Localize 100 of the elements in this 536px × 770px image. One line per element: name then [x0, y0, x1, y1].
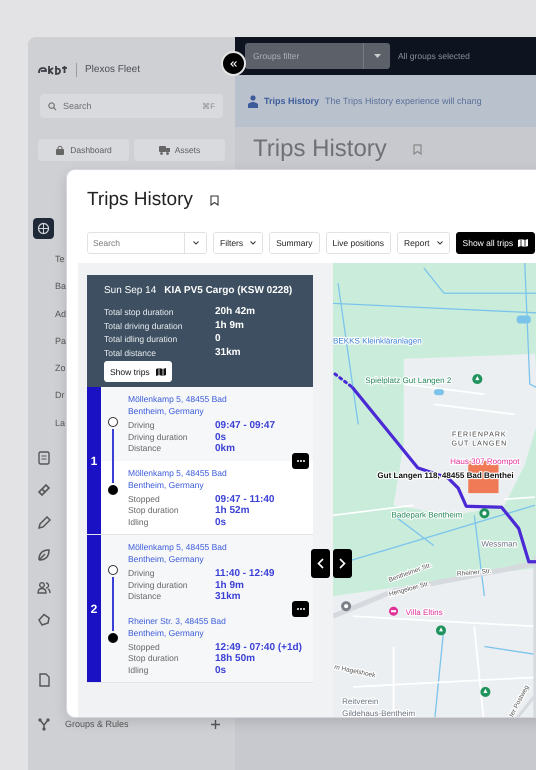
map-label: Spielplatz Gut Langen 2: [365, 376, 452, 386]
more-button[interactable]: [292, 600, 309, 616]
trip-label: Driving: [128, 568, 156, 580]
start-dot-icon: [108, 565, 118, 575]
address-link[interactable]: Rheiner Str. 3, 48455 Bad Bentheim, Germany: [128, 614, 263, 638]
map-label: Reitverein: [342, 697, 378, 706]
logo-icon: [38, 64, 68, 74]
vehicle-name: KIA PV5 Cargo (KSW 0228): [164, 285, 292, 296]
trip-label: Stop duration: [128, 505, 180, 516]
address-link[interactable]: Möllenkamp 5, 48455 Bad Bentheim, Germany: [128, 393, 263, 417]
quick-button[interactable]: Assets: [134, 139, 225, 161]
dropdown-button[interactable]: Report: [397, 232, 450, 254]
nav-item[interactable]: Ba: [55, 280, 66, 292]
double-chevron-icon: [230, 60, 237, 66]
truck-icon: [158, 145, 170, 155]
leaf-icon[interactable]: [37, 548, 51, 562]
next-button[interactable]: [333, 549, 352, 578]
toolbar-button[interactable]: Live positions: [326, 232, 392, 254]
summary-value: 20h 42m: [215, 306, 256, 318]
trip-label: Distance: [128, 443, 162, 454]
map-label: Gildehaus-Bentheim: [342, 709, 416, 717]
chevron-down-icon: [436, 241, 443, 245]
trip-value: 09:47 - 11:40: [215, 494, 276, 505]
summary-label: Total idling duration: [104, 333, 178, 346]
chevron-left-icon: [317, 558, 324, 569]
chevron-right-icon: [339, 558, 346, 569]
banner-title: Trips History: [264, 96, 320, 106]
trip-label: Stop duration: [128, 653, 180, 664]
map-label: Badepark Bentheim: [392, 510, 462, 520]
person-icon: [248, 94, 258, 108]
address-link[interactable]: Möllenkamp 5, 48455 Bad Bentheim, Germany: [128, 466, 263, 490]
branch-icon[interactable]: [37, 717, 51, 732]
search-placeholder: Search: [63, 101, 93, 111]
trip-label: Driving duration: [128, 432, 189, 443]
document-icon[interactable]: [37, 450, 51, 465]
trip-item[interactable]: [87, 535, 313, 683]
nav-item[interactable]: La: [55, 416, 66, 429]
card-title: Trips History: [87, 189, 193, 211]
show-all-trips-button[interactable]: Show all trips: [456, 232, 536, 254]
trip-value: 0km: [215, 443, 236, 454]
globe-icon[interactable]: [33, 218, 54, 239]
summary-label: Total distance: [104, 346, 157, 359]
previous-button[interactable]: [311, 549, 330, 578]
trip-label: Distance: [128, 591, 162, 602]
trip-value: 1h 9m: [215, 580, 245, 591]
nav-item[interactable]: Zo: [55, 362, 66, 374]
more-button[interactable]: [292, 452, 309, 468]
toolbar-button[interactable]: Summary: [269, 232, 320, 254]
trip-label: Driving duration: [128, 580, 189, 591]
file-icon[interactable]: [37, 673, 51, 688]
trip-value: 11:40 - 12:49: [215, 568, 276, 580]
plus-icon[interactable]: [211, 720, 220, 729]
search-icon: [48, 102, 57, 110]
show-trips-button[interactable]: Show trips: [104, 361, 172, 382]
summary-value: 0: [215, 333, 222, 346]
trip-value: 0s: [215, 516, 228, 528]
map-label: BEKKS Kleinkläranlagen: [333, 336, 422, 346]
trip-number: 2: [87, 535, 101, 682]
place-pin-icon: [341, 601, 352, 612]
bookmark-icon[interactable]: [210, 194, 219, 206]
trip-value: 18h 50m: [215, 653, 256, 664]
chevron-down-icon: [250, 241, 256, 245]
map-icon: [518, 239, 528, 247]
people-icon[interactable]: [37, 580, 51, 595]
map[interactable]: [333, 263, 536, 717]
trip-value: 0s: [215, 664, 228, 676]
map-label: Villa Eltins: [406, 608, 443, 618]
nav-item[interactable]: Groups & Rules: [65, 719, 129, 730]
banner-text: The Trips History experience will chang: [325, 96, 482, 106]
map-label: Wessman: [481, 540, 518, 549]
summary-label: Total driving duration: [104, 320, 184, 332]
trip-label: Stopped: [128, 642, 161, 653]
trip-label: Idling: [128, 516, 150, 528]
brand-name: Plexos Fleet: [85, 64, 140, 75]
trip-number: 1: [87, 387, 101, 534]
pen-icon[interactable]: [37, 516, 51, 530]
page-title: Trips History: [253, 135, 387, 163]
nav-item[interactable]: Ad: [55, 308, 66, 320]
trip-value: 09:47 - 09:47: [215, 420, 276, 432]
nav-item[interactable]: Pa: [55, 334, 66, 347]
trip-value: 12:49 - 07:40 (+1d): [215, 642, 303, 653]
trip-item[interactable]: 1 Möllenkamp 5, 48455 Bad Bentheim, Germany Driving 09:47 - 09:47 Driving duration 0s Distance 0km Möllenkamp 5, 48455 Bad Bentheim, Germany Stopped 09:47 - 11:40 Stop duration 1h 52m Idling 0s: [87, 387, 313, 535]
search-field[interactable]: Search ⌘F: [40, 94, 223, 118]
search-field[interactable]: Search: [87, 232, 207, 254]
nav-item[interactable]: Te: [55, 253, 65, 265]
summary-value: 1h 9m: [215, 320, 245, 332]
nav-item[interactable]: Dr: [55, 389, 64, 402]
summary-value: 31km: [215, 346, 242, 359]
address-link[interactable]: Möllenkamp 5, 48455 Bad Bentheim, Germany: [128, 541, 263, 565]
summary-label: Total stop duration: [104, 306, 174, 318]
trip-value: 0s: [215, 432, 228, 443]
dropdown-button[interactable]: Filters: [213, 232, 264, 254]
start-dot-icon: [108, 417, 118, 427]
groups-filter-dropdown[interactable]: Groups filter: [245, 43, 390, 69]
lock-icon: [55, 145, 66, 155]
chevron-down-icon: [192, 241, 198, 245]
summary-date: Sun Sep 14: [104, 285, 156, 296]
map-icon: [156, 368, 166, 376]
trip-label: Driving: [128, 420, 156, 432]
quick-button[interactable]: Dashboard: [38, 139, 129, 161]
